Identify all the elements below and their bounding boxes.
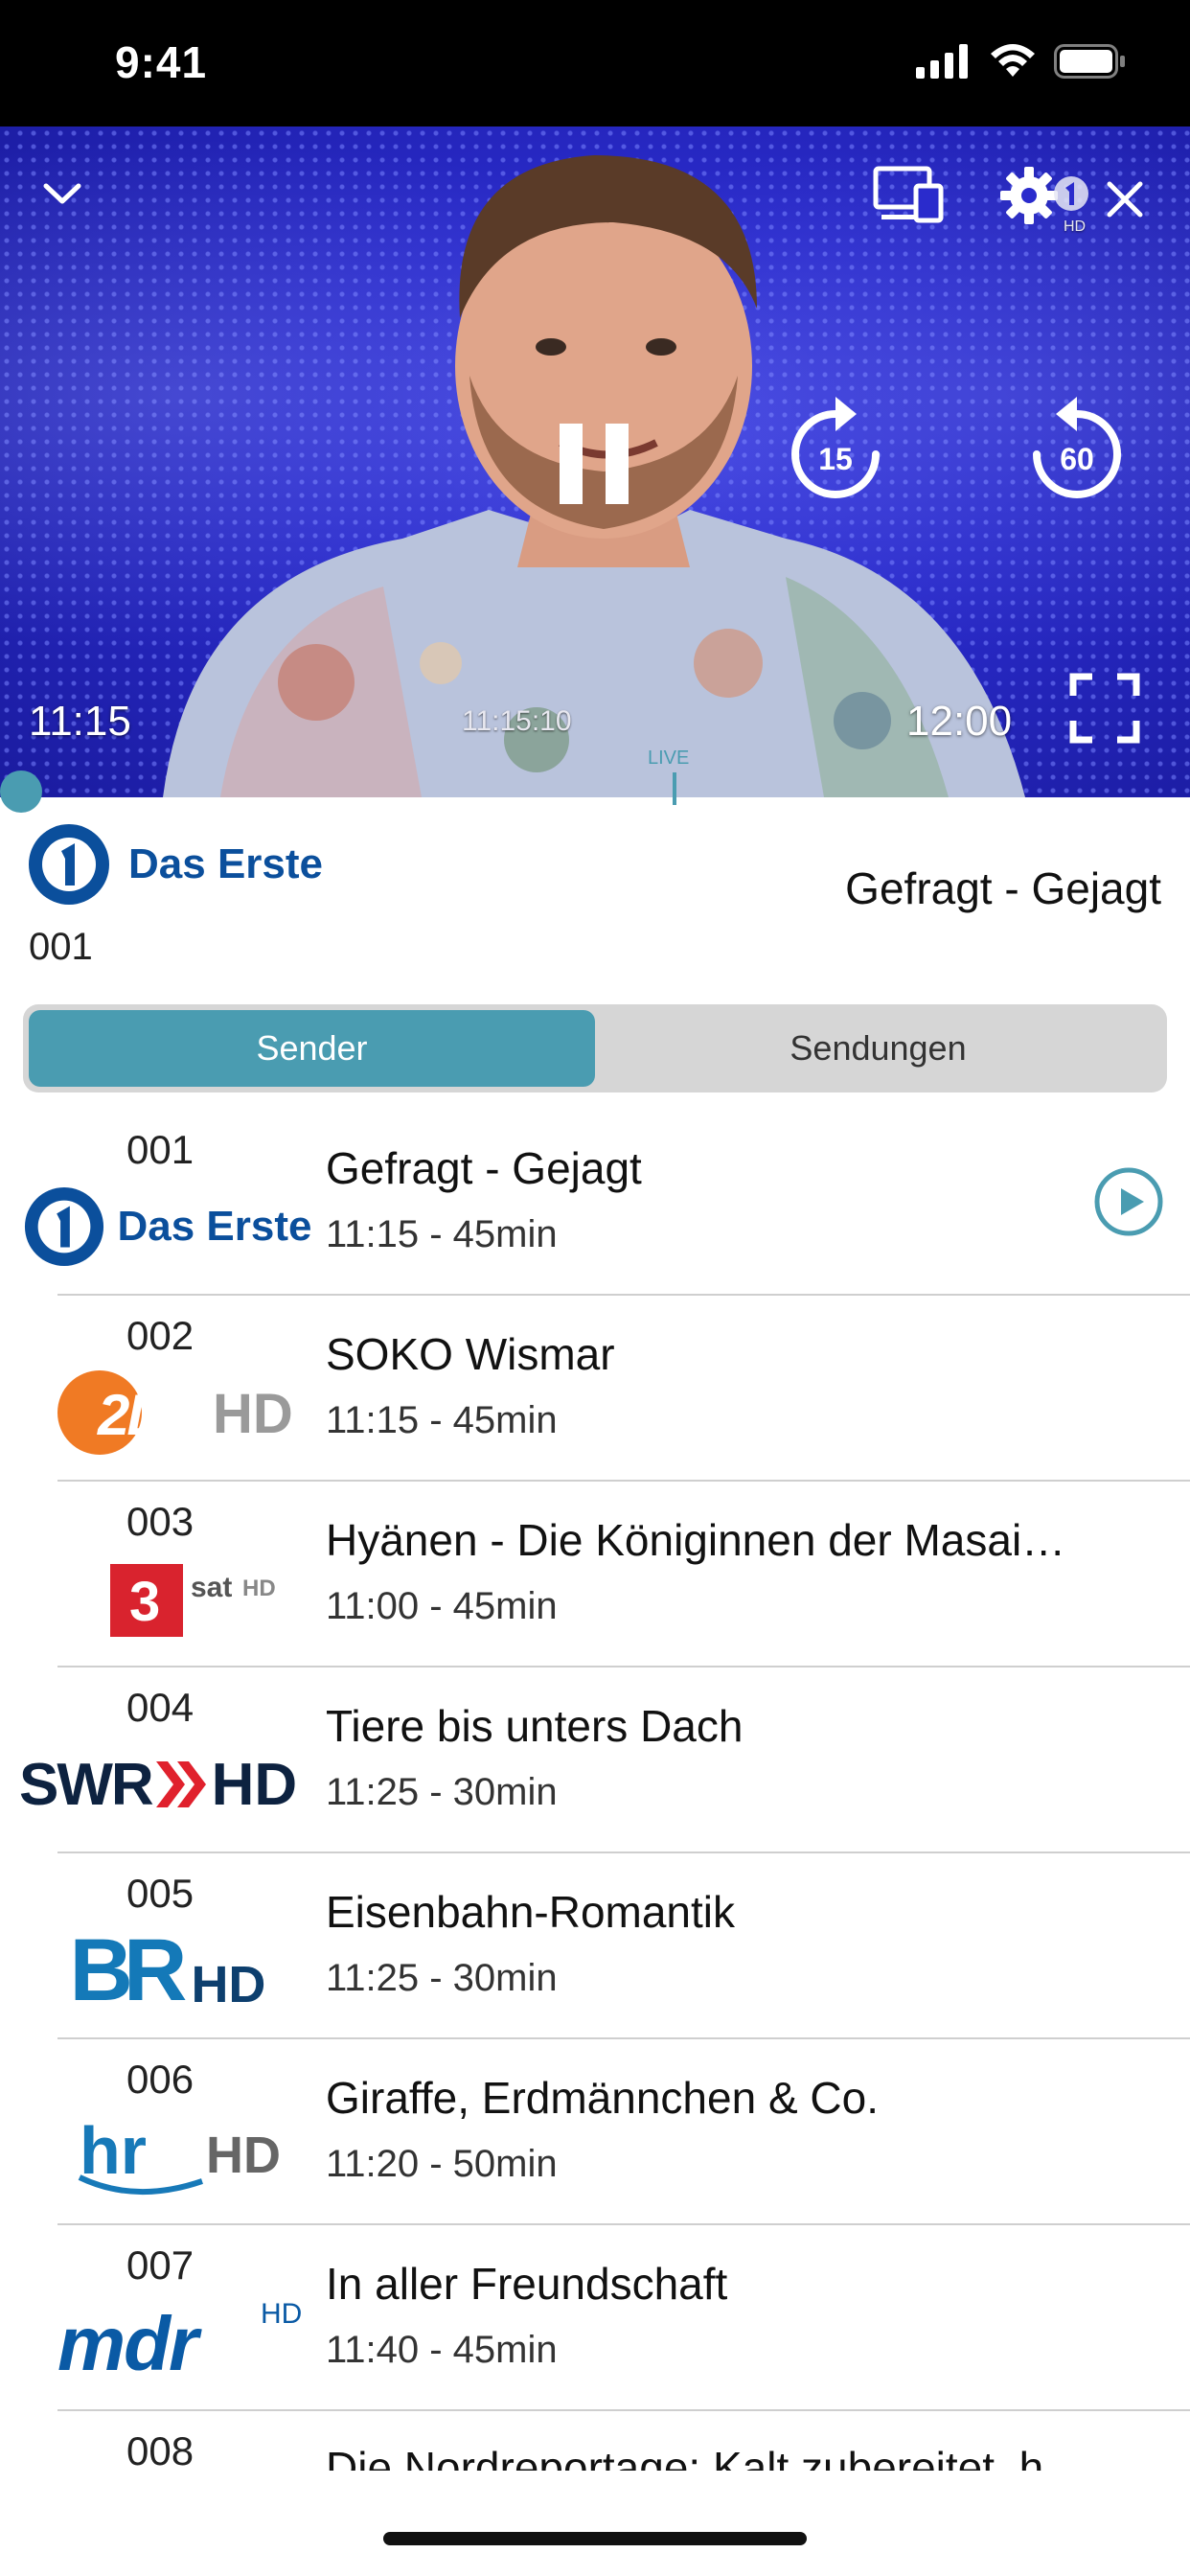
program-end-time: 12:00 (906, 698, 1013, 745)
channel-number: 001 (126, 1127, 195, 1172)
channel-number: 008 (126, 2428, 195, 2471)
program-time: 11:15 - 45min (326, 1213, 558, 1255)
channel-row-006[interactable]: 006 hr HD Giraffe, Erdmännchen & Co. 11:… (0, 2039, 1190, 2225)
current-channel-logo: Das Erste (27, 822, 323, 907)
battery-icon (1054, 44, 1125, 79)
status-icons (916, 44, 1127, 79)
swr-chevrons-icon (155, 1761, 206, 1807)
program-title: Eisenbahn-Romantik (326, 1887, 736, 1937)
program-time: 11:15 - 45min (326, 1399, 558, 1441)
channel-row-007[interactable]: 007 mdr HD In aller Freundschaft 11:40 -… (0, 2225, 1190, 2411)
pause-icon[interactable] (558, 422, 630, 506)
scrubber-handle[interactable] (0, 770, 42, 813)
hr-swoosh-icon (78, 2174, 203, 2195)
channel-watermark-badge: HD (1064, 218, 1087, 235)
channel-number: 003 (126, 1499, 195, 1544)
current-playback-time: 11:15:10 (462, 705, 572, 737)
collapse-chevron-icon[interactable] (42, 180, 82, 209)
cellular-signal-icon (916, 44, 968, 79)
channel-list[interactable]: 001 Das Erste Gefragt - Gejagt 11:15 - 4… (0, 1110, 1190, 2471)
das-erste-logo-icon (25, 1186, 104, 1267)
3sat-number-text: 3 (129, 1571, 161, 1633)
status-bar: 9:41 (0, 0, 1190, 126)
channel-logo-das-erste: Das Erste (19, 1183, 316, 1271)
segmented-control: Sender Sendungen (23, 1004, 1167, 1092)
channel-number: 002 (126, 1313, 195, 1358)
channel-row-008[interactable]: 008 Die Nordreportage: Kalt zubereitet, … (0, 2411, 1190, 2471)
program-title: Die Nordreportage: Kalt zubereitet, h (326, 2443, 1044, 2471)
mdr-logo-text: mdr (57, 2301, 198, 2386)
channel-row-001[interactable]: 001 Das Erste Gefragt - Gejagt 11:15 - 4… (0, 1110, 1190, 1296)
skip-back-label: 15 (818, 442, 853, 476)
channel-logo-hr: hr HD (19, 2112, 316, 2200)
br-hd-text: HD (191, 1956, 266, 2013)
video-player[interactable]: HD 15 60 11:15 11:15:10 12:00 (0, 126, 1190, 797)
channel-logo-br: BR HD (19, 1921, 316, 2019)
program-time: 11:20 - 50min (326, 2143, 558, 2185)
channel-row-002[interactable]: 002 2DF HD SOKO Wismar 11:15 - 45min (0, 1296, 1190, 1482)
current-show-title: Gefragt - Gejagt (845, 863, 1161, 913)
channel-logo-mdr: mdr HD (19, 2298, 316, 2386)
live-marker (673, 772, 676, 805)
program-title: SOKO Wismar (326, 1329, 615, 1379)
3sat-hd-text: HD (242, 1576, 276, 1601)
tab-sendungen[interactable]: Sendungen (595, 1010, 1161, 1087)
fullscreen-icon[interactable] (1069, 673, 1140, 744)
channel-logo-swr: SWR HD (19, 1740, 316, 1828)
home-indicator[interactable] (383, 2532, 807, 2545)
program-time: 11:25 - 30min (326, 1957, 558, 1999)
skip-forward-60-icon[interactable]: 60 (1027, 395, 1127, 506)
mdr-hd-text: HD (261, 2298, 303, 2330)
program-title: In aller Freundschaft (326, 2259, 728, 2309)
program-title: Gefragt - Gejagt (326, 1143, 642, 1193)
cast-screen-icon[interactable] (872, 165, 945, 224)
program-start-time: 11:15 (29, 698, 131, 745)
program-title: Tiere bis unters Dach (326, 1701, 744, 1751)
skip-forward-label: 60 (1060, 442, 1094, 476)
swr-hd-text: HD (211, 1751, 298, 1818)
hr-hd-text: HD (206, 2127, 281, 2184)
channel-row-003[interactable]: 003 3 sat HD Hyänen - Die Königinnen der… (0, 1482, 1190, 1668)
wifi-icon (991, 44, 1035, 77)
zdf-hd-text: HD (213, 1383, 293, 1445)
status-time: 9:41 (115, 37, 208, 87)
swr-logo-text: SWR (19, 1751, 154, 1818)
program-time: 11:40 - 45min (326, 2329, 558, 2371)
channel-logo-zdf: 2DF HD (19, 1368, 316, 1457)
channel-row-004[interactable]: 004 SWR HD Tiere bis unters Dach 11:25 -… (0, 1668, 1190, 1853)
channel-number: 006 (126, 2057, 195, 2102)
das-erste-logo-text: Das Erste (117, 1203, 312, 1250)
live-label: LIVE (648, 748, 690, 769)
3sat-logo-text: sat (191, 1572, 233, 1603)
program-title: Hyänen - Die Königinnen der Masai… (326, 1515, 1066, 1565)
current-channel-number: 001 (29, 926, 93, 968)
zdf-logo-text: 2DF (98, 1383, 200, 1447)
channel-row-005[interactable]: 005 BR HD Eisenbahn-Romantik 11:25 - 30m… (0, 1853, 1190, 2039)
skip-back-15-icon[interactable]: 15 (786, 395, 885, 506)
program-time: 11:25 - 30min (326, 1771, 558, 1813)
channel-number: 007 (126, 2242, 195, 2288)
channel-number: 004 (126, 1685, 195, 1730)
das-erste-logo-icon (29, 824, 109, 905)
current-channel-name: Das Erste (128, 840, 324, 887)
close-icon[interactable] (1104, 178, 1146, 220)
br-logo-text: BR (69, 1920, 188, 2019)
channel-number: 005 (126, 1871, 195, 1916)
program-title: Giraffe, Erdmännchen & Co. (326, 2073, 879, 2123)
tab-sender[interactable]: Sender (29, 1010, 595, 1087)
program-time: 11:00 - 45min (326, 1585, 558, 1627)
play-circle-icon[interactable] (1092, 1165, 1165, 1238)
channel-logo-3sat: 3 sat HD (19, 1554, 316, 1643)
